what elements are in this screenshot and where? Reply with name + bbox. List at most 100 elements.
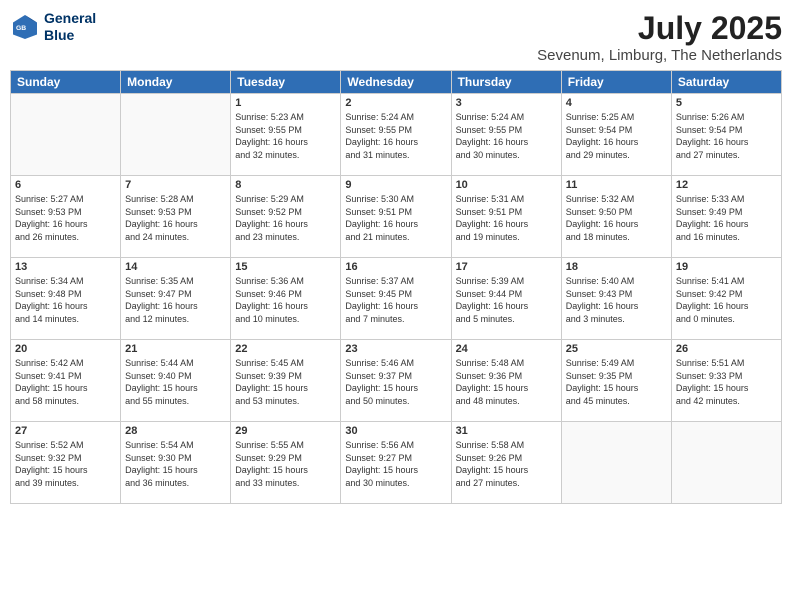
day-number: 2	[345, 97, 446, 109]
day-number: 24	[456, 343, 557, 355]
calendar-day-cell: 1Sunrise: 5:23 AM Sunset: 9:55 PM Daylig…	[231, 94, 341, 176]
day-number: 19	[676, 261, 777, 273]
weekday-header: Saturday	[671, 71, 781, 94]
calendar-day-cell: 30Sunrise: 5:56 AM Sunset: 9:27 PM Dayli…	[341, 422, 451, 504]
day-info: Sunrise: 5:36 AM Sunset: 9:46 PM Dayligh…	[235, 275, 336, 325]
day-info: Sunrise: 5:35 AM Sunset: 9:47 PM Dayligh…	[125, 275, 226, 325]
calendar-day-cell	[11, 94, 121, 176]
calendar-day-cell: 26 Sunrise: 5:51 AM Sunset: 9:33 PM Dayli…	[671, 340, 781, 422]
day-number: 23	[345, 343, 446, 355]
day-info: Sunrise: 5:29 AM Sunset: 9:52 PM Dayligh…	[235, 193, 336, 243]
calendar-day-cell: 19 Sunrise: 5:41 AM Sunset: 9:42 PM Dayli…	[671, 258, 781, 340]
svg-text:GB: GB	[16, 25, 26, 32]
calendar-day-cell: 12 Sunrise: 5:33 AM Sunset: 9:49 PM Dayli…	[671, 176, 781, 258]
day-info: Sunrise: 5:49 AM Sunset: 9:35 PM Dayligh…	[566, 357, 667, 407]
day-number: 25	[566, 343, 667, 355]
calendar-day-cell: 13Sunrise: 5:34 AM Sunset: 9:48 PM Dayli…	[11, 258, 121, 340]
day-info: Sunrise: 5:26 AM Sunset: 9:54 PM Dayligh…	[676, 111, 777, 161]
logo-text: General Blue	[44, 10, 96, 44]
weekday-header: Tuesday	[231, 71, 341, 94]
day-info: Sunrise: 5:28 AM Sunset: 9:53 PM Dayligh…	[125, 193, 226, 243]
day-info: Sunrise: 5:40 AM Sunset: 9:43 PM Dayligh…	[566, 275, 667, 325]
day-number: 15	[235, 261, 336, 273]
location-title: Sevenum, Limburg, The Netherlands	[537, 47, 782, 64]
calendar-day-cell: 28Sunrise: 5:54 AM Sunset: 9:30 PM Dayli…	[121, 422, 231, 504]
logo: GB General Blue	[10, 10, 96, 44]
day-info: Sunrise: 5:39 AM Sunset: 9:44 PM Dayligh…	[456, 275, 557, 325]
weekday-header: Monday	[121, 71, 231, 94]
calendar-table: SundayMondayTuesdayWednesdayThursdayFrid…	[10, 70, 782, 504]
day-info: Sunrise: 5:45 AM Sunset: 9:39 PM Dayligh…	[235, 357, 336, 407]
calendar-day-cell	[561, 422, 671, 504]
weekday-header: Thursday	[451, 71, 561, 94]
calendar-day-cell	[671, 422, 781, 504]
day-number: 3	[456, 97, 557, 109]
day-number: 8	[235, 179, 336, 191]
day-info: Sunrise: 5:31 AM Sunset: 9:51 PM Dayligh…	[456, 193, 557, 243]
day-number: 26	[676, 343, 777, 355]
day-info: Sunrise: 5:46 AM Sunset: 9:37 PM Dayligh…	[345, 357, 446, 407]
calendar-day-cell: 5 Sunrise: 5:26 AM Sunset: 9:54 PM Daylig…	[671, 94, 781, 176]
day-info: Sunrise: 5:24 AM Sunset: 9:55 PM Dayligh…	[345, 111, 446, 161]
weekday-header: Friday	[561, 71, 671, 94]
calendar-day-cell: 31 Sunrise: 5:58 AM Sunset: 9:26 PM Dayli…	[451, 422, 561, 504]
calendar-day-cell: 3 Sunrise: 5:24 AM Sunset: 9:55 PM Daylig…	[451, 94, 561, 176]
calendar-day-cell: 15 Sunrise: 5:36 AM Sunset: 9:46 PM Dayli…	[231, 258, 341, 340]
day-info: Sunrise: 5:27 AM Sunset: 9:53 PM Dayligh…	[15, 193, 116, 243]
day-number: 6	[15, 179, 116, 191]
calendar-week-row: 6 Sunrise: 5:27 AM Sunset: 9:53 PM Daylig…	[11, 176, 782, 258]
day-info: Sunrise: 5:25 AM Sunset: 9:54 PM Dayligh…	[566, 111, 667, 161]
calendar-day-cell: 22 Sunrise: 5:45 AM Sunset: 9:39 PM Dayli…	[231, 340, 341, 422]
day-info: Sunrise: 5:30 AM Sunset: 9:51 PM Dayligh…	[345, 193, 446, 243]
day-number: 31	[456, 425, 557, 437]
day-info: Sunrise: 5:51 AM Sunset: 9:33 PM Dayligh…	[676, 357, 777, 407]
calendar-day-cell: 27Sunrise: 5:52 AM Sunset: 9:32 PM Dayli…	[11, 422, 121, 504]
day-number: 1	[235, 97, 336, 109]
calendar-day-cell: 17 Sunrise: 5:39 AM Sunset: 9:44 PM Dayli…	[451, 258, 561, 340]
calendar-day-cell: 25 Sunrise: 5:49 AM Sunset: 9:35 PM Dayli…	[561, 340, 671, 422]
weekday-header: Wednesday	[341, 71, 451, 94]
day-info: Sunrise: 5:54 AM Sunset: 9:30 PM Dayligh…	[125, 439, 226, 489]
day-number: 5	[676, 97, 777, 109]
day-info: Sunrise: 5:33 AM Sunset: 9:49 PM Dayligh…	[676, 193, 777, 243]
day-number: 21	[125, 343, 226, 355]
day-number: 14	[125, 261, 226, 273]
day-number: 9	[345, 179, 446, 191]
day-number: 22	[235, 343, 336, 355]
day-number: 7	[125, 179, 226, 191]
calendar-header-row: SundayMondayTuesdayWednesdayThursdayFrid…	[11, 71, 782, 94]
day-info: Sunrise: 5:37 AM Sunset: 9:45 PM Dayligh…	[345, 275, 446, 325]
calendar-day-cell: 23 Sunrise: 5:46 AM Sunset: 9:37 PM Dayli…	[341, 340, 451, 422]
logo-line2: Blue	[44, 27, 96, 44]
day-info: Sunrise: 5:58 AM Sunset: 9:26 PM Dayligh…	[456, 439, 557, 489]
calendar-day-cell: 20Sunrise: 5:42 AM Sunset: 9:41 PM Dayli…	[11, 340, 121, 422]
day-info: Sunrise: 5:44 AM Sunset: 9:40 PM Dayligh…	[125, 357, 226, 407]
weekday-header: Sunday	[11, 71, 121, 94]
day-info: Sunrise: 5:52 AM Sunset: 9:32 PM Dayligh…	[15, 439, 116, 489]
page: GB General Blue July 2025 Sevenum, Limbu…	[0, 0, 792, 612]
calendar-day-cell: 24Sunrise: 5:48 AM Sunset: 9:36 PM Dayli…	[451, 340, 561, 422]
calendar-day-cell: 11Sunrise: 5:32 AM Sunset: 9:50 PM Dayli…	[561, 176, 671, 258]
day-info: Sunrise: 5:24 AM Sunset: 9:55 PM Dayligh…	[456, 111, 557, 161]
logo-icon: GB	[10, 12, 40, 42]
day-info: Sunrise: 5:41 AM Sunset: 9:42 PM Dayligh…	[676, 275, 777, 325]
calendar-day-cell: 4Sunrise: 5:25 AM Sunset: 9:54 PM Daylig…	[561, 94, 671, 176]
day-number: 12	[676, 179, 777, 191]
day-info: Sunrise: 5:32 AM Sunset: 9:50 PM Dayligh…	[566, 193, 667, 243]
day-number: 10	[456, 179, 557, 191]
calendar-day-cell: 29 Sunrise: 5:55 AM Sunset: 9:29 PM Dayli…	[231, 422, 341, 504]
day-info: Sunrise: 5:55 AM Sunset: 9:29 PM Dayligh…	[235, 439, 336, 489]
calendar-week-row: 1Sunrise: 5:23 AM Sunset: 9:55 PM Daylig…	[11, 94, 782, 176]
day-number: 17	[456, 261, 557, 273]
calendar-week-row: 20Sunrise: 5:42 AM Sunset: 9:41 PM Dayli…	[11, 340, 782, 422]
day-info: Sunrise: 5:34 AM Sunset: 9:48 PM Dayligh…	[15, 275, 116, 325]
calendar-day-cell: 6 Sunrise: 5:27 AM Sunset: 9:53 PM Daylig…	[11, 176, 121, 258]
calendar-day-cell: 18Sunrise: 5:40 AM Sunset: 9:43 PM Dayli…	[561, 258, 671, 340]
day-number: 29	[235, 425, 336, 437]
calendar-day-cell: 14 Sunrise: 5:35 AM Sunset: 9:47 PM Dayli…	[121, 258, 231, 340]
calendar-day-cell: 21 Sunrise: 5:44 AM Sunset: 9:40 PM Dayli…	[121, 340, 231, 422]
calendar-day-cell: 7 Sunrise: 5:28 AM Sunset: 9:53 PM Daylig…	[121, 176, 231, 258]
month-title: July 2025	[537, 10, 782, 47]
calendar-day-cell: 9 Sunrise: 5:30 AM Sunset: 9:51 PM Daylig…	[341, 176, 451, 258]
calendar-day-cell	[121, 94, 231, 176]
